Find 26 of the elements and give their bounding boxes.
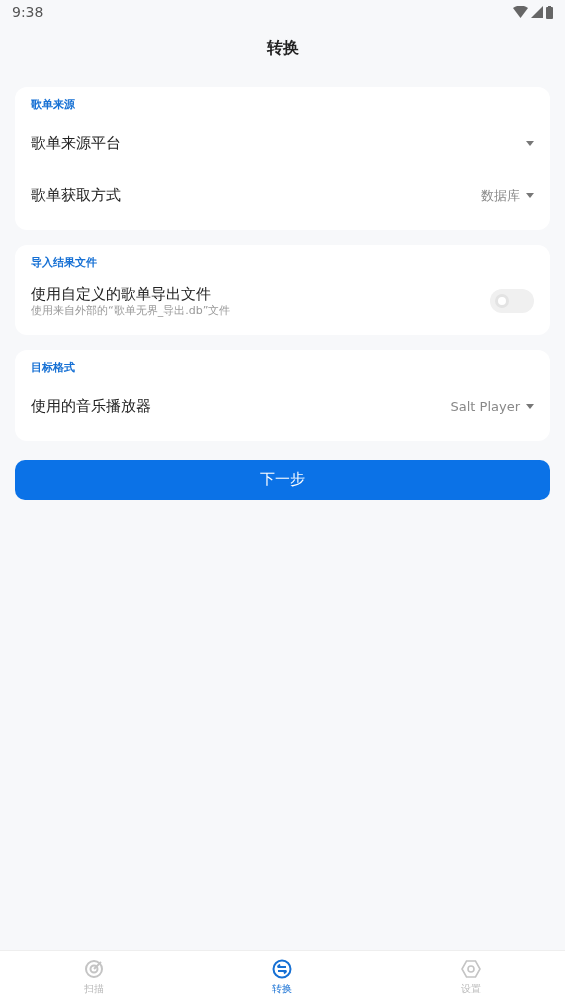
caret-icon <box>526 141 534 146</box>
section-header: 导入结果文件 <box>30 254 98 271</box>
select-row[interactable]: 歌单获取方式 数据库 <box>15 169 550 222</box>
setting-description: 使用来自外部的“歌单无界_导出.db”文件 <box>31 304 231 318</box>
caret-icon <box>526 193 534 198</box>
setting-label: 使用的音乐播放器 <box>31 396 151 418</box>
setting-label: 使用自定义的歌单导出文件 <box>31 284 212 304</box>
select-row[interactable]: 使用的音乐播放器 Salt Player <box>15 380 550 433</box>
swap-icon <box>272 959 293 979</box>
next-button[interactable]: 下一步 <box>15 459 550 500</box>
signal-icon <box>531 6 543 18</box>
section-header: 歌单来源 <box>30 97 76 113</box>
settings-icon <box>460 959 481 979</box>
page-title: 转换 <box>266 37 299 59</box>
setting-label: 歌单来源平台 <box>31 133 121 155</box>
select-value: 数据库 <box>481 186 520 205</box>
battery-icon <box>546 5 553 19</box>
target-icon <box>84 959 105 979</box>
wifi-icon <box>513 6 528 18</box>
setting-label: 歌单获取方式 <box>31 185 121 207</box>
select-row[interactable]: 歌单来源平台 <box>15 117 550 170</box>
section-header: 目标格式 <box>30 360 76 376</box>
nav-tab[interactable]: 转换 <box>188 951 377 1004</box>
status-time: 9:38 <box>12 2 44 22</box>
caret-icon <box>526 404 534 409</box>
select-value: Salt Player <box>450 397 520 416</box>
